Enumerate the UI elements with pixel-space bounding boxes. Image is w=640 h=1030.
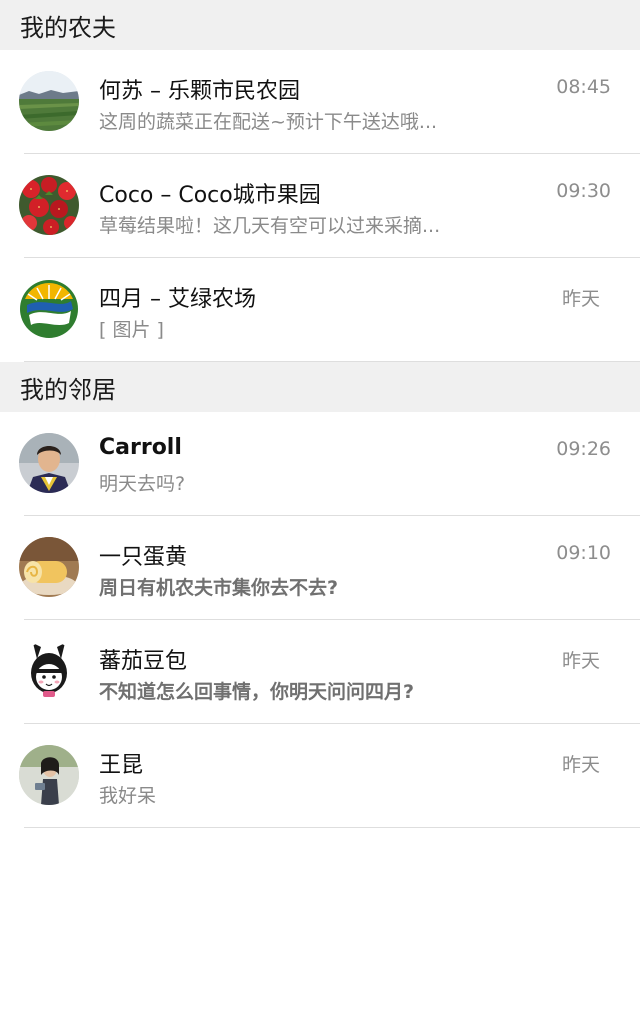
chat-row-wang-kun[interactable]: 王昆 我好呆 昨天 bbox=[0, 724, 640, 828]
neighbors-list: Carroll 明天去吗? 09:26 一只蛋黄 周日有机农夫市集你去不去? 0… bbox=[0, 412, 640, 828]
chat-preview: 草莓结果啦！这几天有空可以过来采摘... bbox=[99, 215, 441, 237]
chat-name: 一只蛋黄 bbox=[99, 545, 188, 570]
chat-time: 昨天 bbox=[561, 650, 600, 672]
neighbors-section-title: 我的邻居 bbox=[20, 375, 116, 404]
chat-time: 09:30 bbox=[556, 180, 611, 202]
chat-row-carroll[interactable]: Carroll 明天去吗? 09:26 bbox=[0, 412, 640, 516]
chat-preview: 我好呆 bbox=[99, 785, 157, 807]
person-outdoor-avatar bbox=[19, 745, 79, 805]
cake-roll-avatar bbox=[19, 537, 79, 597]
chat-name: Coco – Coco城市果园 bbox=[99, 183, 321, 208]
chat-preview: 明天去吗? bbox=[99, 473, 186, 495]
chat-row-coco[interactable]: Coco – Coco城市果园 草莓结果啦！这几天有空可以过来采摘... 09:… bbox=[0, 154, 640, 258]
chat-time: 09:26 bbox=[556, 438, 611, 460]
chat-name: 何苏 – 乐颗市民农园 bbox=[99, 79, 300, 104]
chat-preview: 这周的蔬菜正在配送~预计下午送达哦... bbox=[99, 111, 438, 133]
bunny-girl-avatar bbox=[19, 641, 79, 701]
chat-row-dan-huang[interactable]: 一只蛋黄 周日有机农夫市集你去不去? 09:10 bbox=[0, 516, 640, 620]
farm-logo-avatar bbox=[19, 279, 79, 339]
farmers-list: 何苏 – 乐颗市民农园 这周的蔬菜正在配送~预计下午送达哦... 08:45 C… bbox=[0, 50, 640, 362]
chat-preview: 周日有机农夫市集你去不去? bbox=[99, 577, 339, 599]
chat-row-hesu[interactable]: 何苏 – 乐颗市民农园 这周的蔬菜正在配送~预计下午送达哦... 08:45 bbox=[0, 50, 640, 154]
chat-name: 四月 – 艾绿农场 bbox=[99, 287, 256, 312]
chat-preview: [ 图片 ] bbox=[99, 319, 164, 341]
chat-row-fanqie-doubao[interactable]: 蕃茄豆包 不知道怎么回事情，你明天问问四月? 昨天 bbox=[0, 620, 640, 724]
graduate-avatar bbox=[19, 433, 79, 493]
neighbors-section-header: 我的邻居 bbox=[0, 362, 640, 412]
farmers-section-header: 我的农夫 bbox=[0, 0, 640, 50]
farm-field-avatar bbox=[19, 71, 79, 131]
chat-name: Carroll bbox=[99, 435, 182, 460]
chat-name: 蕃茄豆包 bbox=[99, 649, 188, 674]
farmers-section-title: 我的农夫 bbox=[20, 13, 116, 42]
strawberry-avatar bbox=[19, 175, 79, 235]
chat-time: 08:45 bbox=[556, 76, 611, 98]
chat-time: 昨天 bbox=[561, 288, 600, 310]
chat-time: 昨天 bbox=[561, 754, 600, 776]
chat-time: 09:10 bbox=[556, 542, 611, 564]
chat-preview: 不知道怎么回事情，你明天问问四月? bbox=[99, 681, 415, 703]
chat-name: 王昆 bbox=[99, 753, 144, 778]
chat-row-siyue[interactable]: 四月 – 艾绿农场 [ 图片 ] 昨天 bbox=[0, 258, 640, 362]
